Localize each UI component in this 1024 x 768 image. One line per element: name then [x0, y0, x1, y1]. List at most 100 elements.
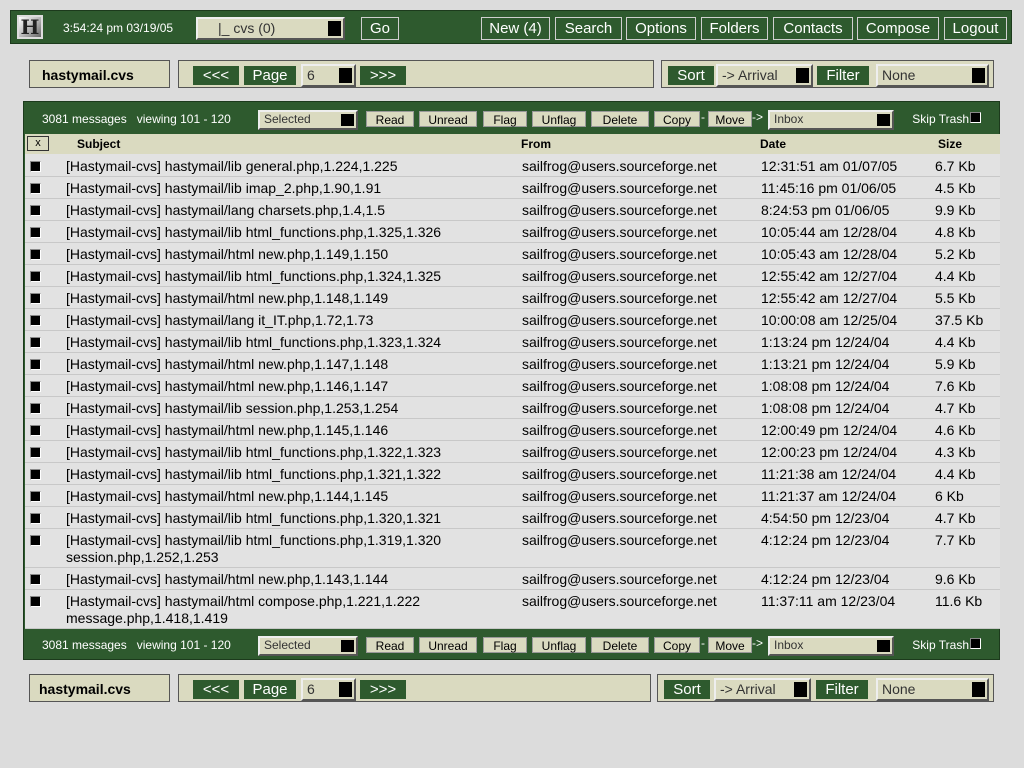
message-subject-link[interactable]: [Hastymail-cvs] hastymail/lib html_funct…	[66, 510, 506, 527]
row-checkbox[interactable]	[30, 381, 41, 392]
sort-button[interactable]: Sort	[664, 680, 710, 699]
flag-button[interactable]: Flag	[483, 111, 527, 127]
message-subject-link[interactable]: [Hastymail-cvs] hastymail/lib html_funct…	[66, 466, 506, 483]
unflag-button[interactable]: Unflag	[532, 111, 586, 127]
filter-button[interactable]: Filter	[817, 66, 869, 85]
table-row[interactable]: [Hastymail-cvs] hastymail/lib html_funct…	[25, 441, 1000, 463]
unread-button[interactable]: Unread	[419, 637, 477, 653]
row-checkbox[interactable]	[30, 359, 41, 370]
selection-select[interactable]: Selected	[258, 110, 358, 130]
selection-select[interactable]: Selected	[258, 636, 358, 656]
message-subject-link[interactable]: [Hastymail-cvs] hastymail/html new.php,1…	[66, 290, 506, 307]
prev-page-button[interactable]: <<<	[193, 680, 239, 699]
row-checkbox[interactable]	[30, 447, 41, 458]
table-row[interactable]: [Hastymail-cvs] hastymail/lib imap_2.php…	[25, 177, 1000, 199]
read-button[interactable]: Read	[366, 637, 414, 653]
message-subject-link[interactable]: [Hastymail-cvs] hastymail/html new.php,1…	[66, 488, 506, 505]
table-row[interactable]: [Hastymail-cvs] hastymail/html new.php,1…	[25, 353, 1000, 375]
sort-select[interactable]: -> Arrival	[714, 678, 811, 701]
subject-column-header[interactable]: Subject	[77, 137, 120, 151]
next-page-button[interactable]: >>>	[360, 66, 406, 85]
delete-button[interactable]: Delete	[591, 111, 649, 127]
unflag-button[interactable]: Unflag	[532, 637, 586, 653]
table-row[interactable]: [Hastymail-cvs] hastymail/lib html_funct…	[25, 331, 1000, 353]
table-row[interactable]: [Hastymail-cvs] hastymail/lib html_funct…	[25, 221, 1000, 243]
filter-select[interactable]: None	[876, 64, 989, 87]
table-row[interactable]: [Hastymail-cvs] hastymail/lang charsets.…	[25, 199, 1000, 221]
sort-select[interactable]: -> Arrival	[716, 64, 813, 87]
skip-trash-checkbox[interactable]	[970, 638, 981, 649]
nav-contacts-button[interactable]: Contacts	[773, 17, 853, 40]
nav-options-button[interactable]: Options	[626, 17, 696, 40]
from-column-header[interactable]: From	[521, 137, 551, 151]
message-subject-link[interactable]: [Hastymail-cvs] hastymail/html new.php,1…	[66, 571, 506, 588]
size-column-header[interactable]: Size	[938, 137, 962, 151]
nav-search-button[interactable]: Search	[555, 17, 622, 40]
copy-button[interactable]: Copy	[654, 637, 700, 653]
go-button[interactable]: Go	[361, 17, 399, 40]
toggle-all-button[interactable]: x	[27, 136, 49, 151]
message-subject-link[interactable]: [Hastymail-cvs] hastymail/lib html_funct…	[66, 444, 506, 461]
message-subject-link[interactable]: [Hastymail-cvs] hastymail/lib html_funct…	[66, 334, 506, 351]
table-row[interactable]: [Hastymail-cvs] hastymail/html new.php,1…	[25, 568, 1000, 590]
flag-button[interactable]: Flag	[483, 637, 527, 653]
table-row[interactable]: [Hastymail-cvs] hastymail/lib html_funct…	[25, 463, 1000, 485]
table-row[interactable]: [Hastymail-cvs] hastymail/html new.php,1…	[25, 485, 1000, 507]
nav-new-button[interactable]: New (4)	[481, 17, 550, 40]
next-page-button[interactable]: >>>	[360, 680, 406, 699]
page-select[interactable]: 6	[301, 678, 356, 701]
table-row[interactable]: [Hastymail-cvs] hastymail/html new.php,1…	[25, 375, 1000, 397]
table-row[interactable]: [Hastymail-cvs] hastymail/html new.php,1…	[25, 419, 1000, 441]
table-row[interactable]: [Hastymail-cvs] hastymail/lib html_funct…	[25, 265, 1000, 287]
table-row[interactable]: [Hastymail-cvs] hastymail/html compose.p…	[25, 590, 1000, 629]
filter-button[interactable]: Filter	[816, 680, 868, 699]
row-checkbox[interactable]	[30, 403, 41, 414]
sort-button[interactable]: Sort	[668, 66, 714, 85]
row-checkbox[interactable]	[30, 337, 41, 348]
row-checkbox[interactable]	[30, 574, 41, 585]
message-subject-link[interactable]: [Hastymail-cvs] hastymail/lib session.ph…	[66, 400, 506, 417]
table-row[interactable]: [Hastymail-cvs] hastymail/lib html_funct…	[25, 507, 1000, 529]
message-subject-link[interactable]: [Hastymail-cvs] hastymail/html compose.p…	[66, 593, 506, 627]
row-checkbox[interactable]	[30, 425, 41, 436]
page-button[interactable]: Page	[244, 680, 296, 699]
skip-trash-checkbox[interactable]	[970, 112, 981, 123]
message-subject-link[interactable]: [Hastymail-cvs] hastymail/lang charsets.…	[66, 202, 506, 219]
row-checkbox[interactable]	[30, 491, 41, 502]
date-column-header[interactable]: Date	[760, 137, 786, 151]
row-checkbox[interactable]	[30, 249, 41, 260]
row-checkbox[interactable]	[30, 183, 41, 194]
message-subject-link[interactable]: [Hastymail-cvs] hastymail/html new.php,1…	[66, 422, 506, 439]
message-subject-link[interactable]: [Hastymail-cvs] hastymail/lang it_IT.php…	[66, 312, 506, 329]
page-button[interactable]: Page	[244, 66, 296, 85]
page-select[interactable]: 6	[301, 64, 356, 87]
table-row[interactable]: [Hastymail-cvs] hastymail/lib session.ph…	[25, 397, 1000, 419]
row-checkbox[interactable]	[30, 513, 41, 524]
row-checkbox[interactable]	[30, 205, 41, 216]
nav-compose-button[interactable]: Compose	[857, 17, 939, 40]
row-checkbox[interactable]	[30, 315, 41, 326]
row-checkbox[interactable]	[30, 535, 41, 546]
message-subject-link[interactable]: [Hastymail-cvs] hastymail/html new.php,1…	[66, 378, 506, 395]
prev-page-button[interactable]: <<<	[193, 66, 239, 85]
message-subject-link[interactable]: [Hastymail-cvs] hastymail/lib html_funct…	[66, 532, 506, 566]
row-checkbox[interactable]	[30, 271, 41, 282]
row-checkbox[interactable]	[30, 161, 41, 172]
read-button[interactable]: Read	[366, 111, 414, 127]
nav-folders-button[interactable]: Folders	[701, 17, 768, 40]
table-row[interactable]: [Hastymail-cvs] hastymail/lib html_funct…	[25, 529, 1000, 568]
message-subject-link[interactable]: [Hastymail-cvs] hastymail/html new.php,1…	[66, 356, 506, 373]
target-folder-select[interactable]: Inbox	[768, 636, 894, 656]
row-checkbox[interactable]	[30, 227, 41, 238]
move-button[interactable]: Move	[708, 111, 752, 127]
row-checkbox[interactable]	[30, 293, 41, 304]
filter-select[interactable]: None	[876, 678, 989, 701]
table-row[interactable]: [Hastymail-cvs] hastymail/html new.php,1…	[25, 287, 1000, 309]
row-checkbox[interactable]	[30, 469, 41, 480]
table-row[interactable]: [Hastymail-cvs] hastymail/lang it_IT.php…	[25, 309, 1000, 331]
message-subject-link[interactable]: [Hastymail-cvs] hastymail/lib html_funct…	[66, 224, 506, 241]
table-row[interactable]: [Hastymail-cvs] hastymail/html new.php,1…	[25, 243, 1000, 265]
unread-button[interactable]: Unread	[419, 111, 477, 127]
nav-logout-button[interactable]: Logout	[944, 17, 1007, 40]
delete-button[interactable]: Delete	[591, 637, 649, 653]
